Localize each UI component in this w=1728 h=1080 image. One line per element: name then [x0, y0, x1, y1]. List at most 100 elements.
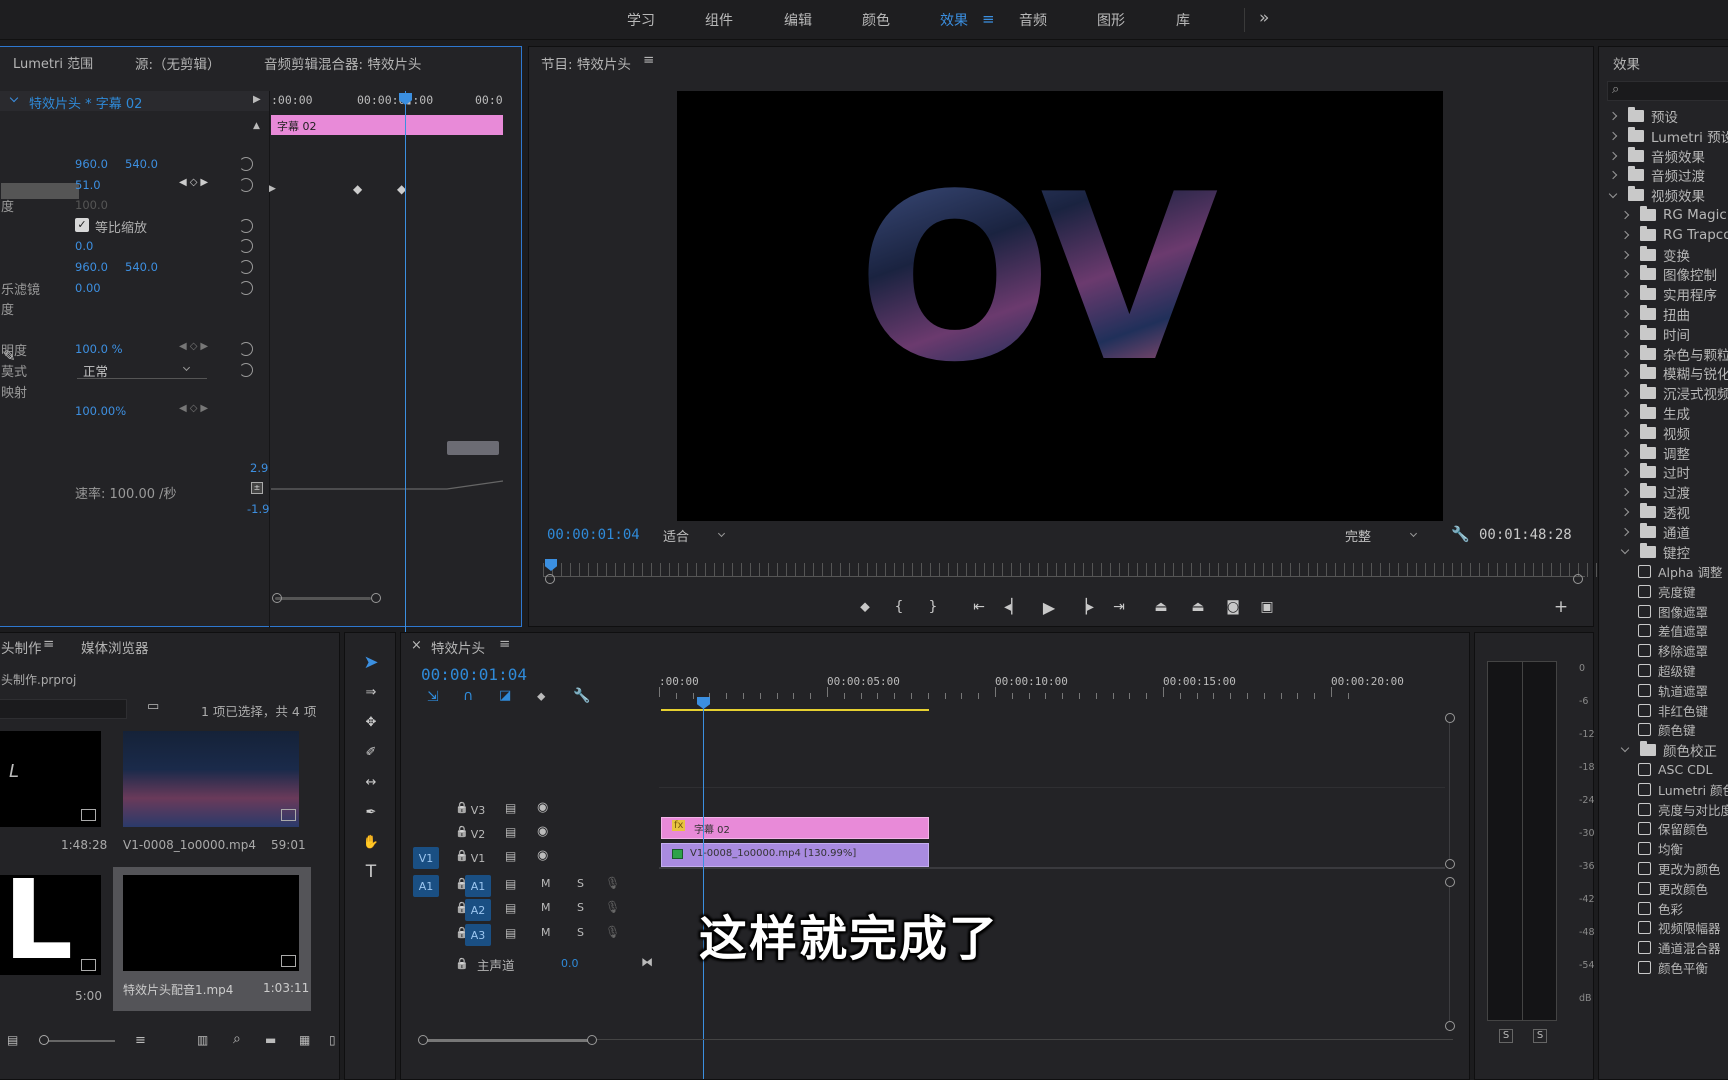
effects-tree-item[interactable]: 扭曲: [1620, 304, 1690, 324]
thumbnail[interactable]: L: [0, 731, 101, 827]
scrollbar-track[interactable]: [1449, 887, 1450, 1021]
more-workspaces-icon[interactable]: »: [1259, 8, 1269, 28]
workspace-tab-assembly[interactable]: 组件: [705, 10, 733, 30]
track-target-a1[interactable]: A1: [465, 875, 491, 897]
tab-lumetri-scopes[interactable]: Lumetri 范围: [13, 53, 93, 72]
clip-handle[interactable]: [447, 441, 499, 455]
reset-icon[interactable]: [239, 157, 253, 171]
effects-tree-item[interactable]: 保留颜色: [1634, 819, 1708, 839]
step-forward-icon[interactable]: ▕▸: [1075, 597, 1095, 617]
playhead-timecode[interactable]: 00:00:01:04: [547, 527, 640, 543]
quality-select[interactable]: 完整: [1345, 525, 1437, 545]
property-value[interactable]: 960.0: [75, 157, 108, 171]
thumbnail-video[interactable]: [123, 731, 299, 827]
chevron-right-icon[interactable]: [1608, 151, 1618, 160]
chevron-right-icon[interactable]: [1608, 131, 1618, 141]
microphone-icon[interactable]: 🎙: [605, 876, 620, 890]
tab-audio-clip-mixer[interactable]: 音频剪辑混合器: 特效片头: [264, 53, 421, 73]
effects-tree-item[interactable]: 键控: [1620, 542, 1690, 562]
project-search-input[interactable]: [0, 699, 127, 719]
effects-tree-item[interactable]: 变换: [1620, 245, 1690, 265]
mute-button[interactable]: M: [541, 901, 551, 914]
sync-lock-icon[interactable]: ▤: [505, 849, 516, 863]
effects-tree-item[interactable]: 超级键: [1634, 660, 1696, 680]
lift-icon[interactable]: ⏏: [1151, 597, 1171, 617]
workspace-tab-effects[interactable]: 效果: [940, 10, 968, 30]
effects-tree-item[interactable]: 音频效果: [1608, 146, 1705, 166]
chevron-down-icon[interactable]: [1620, 545, 1630, 555]
scroll-handle[interactable]: [1445, 713, 1455, 723]
hand-tool-icon[interactable]: ✋: [356, 830, 386, 854]
play-icon[interactable]: ▶: [253, 94, 261, 105]
property-value[interactable]: 0.00: [75, 281, 101, 295]
property-value[interactable]: 100.00%: [75, 404, 126, 418]
effects-tree-item[interactable]: 更改颜色: [1634, 878, 1708, 898]
speed-graph[interactable]: [271, 467, 503, 507]
scroll-handle-left[interactable]: [545, 574, 555, 584]
step-back-icon[interactable]: ◂▏: [1003, 597, 1023, 617]
chevron-down-icon[interactable]: [1608, 189, 1618, 198]
reset-icon[interactable]: [239, 239, 253, 254]
chevron-down-icon[interactable]: [9, 93, 19, 103]
effects-tree-item[interactable]: 视频限幅器: [1634, 918, 1721, 938]
blend-mode-select[interactable]: 正常: [77, 361, 207, 379]
slip-tool-icon[interactable]: ↔: [356, 770, 386, 794]
snap-icon[interactable]: ∩: [463, 688, 473, 704]
panel-menu-icon[interactable]: ≡: [643, 52, 654, 68]
effects-tree-item[interactable]: Alpha 调整: [1634, 561, 1723, 581]
effects-tree-item[interactable]: 视频效果: [1608, 185, 1705, 205]
effects-tree-item[interactable]: 轨道遮罩: [1634, 680, 1708, 700]
keyframe-nav-icon[interactable]: ▶: [269, 184, 276, 194]
find-icon[interactable]: ⌕: [233, 1031, 241, 1047]
zoom-slider-handle[interactable]: [39, 1035, 49, 1045]
solo-right-button[interactable]: S: [1533, 1029, 1547, 1043]
timeline-timecode[interactable]: 00:00:01:04: [421, 665, 527, 684]
effects-tree-item[interactable]: 非红色键: [1634, 700, 1708, 720]
thumbnail[interactable]: L: [0, 875, 101, 975]
track-target-a2[interactable]: A2: [465, 899, 491, 921]
reset-icon[interactable]: [239, 260, 253, 274]
effects-tree-item[interactable]: 模糊与锐化: [1620, 363, 1728, 383]
video-clip[interactable]: V1-0008_1o0000.mp4 [130.99%]: [661, 843, 929, 867]
new-bin-icon[interactable]: ▬: [265, 1033, 276, 1047]
title-clip[interactable]: fx 字幕 02: [661, 817, 929, 839]
reset-icon[interactable]: [239, 280, 253, 295]
workspace-menu-icon[interactable]: ≡: [982, 10, 995, 28]
sync-lock-icon[interactable]: ▤: [505, 901, 516, 915]
effects-tree-item[interactable]: 颜色校正: [1620, 740, 1717, 760]
selected-item[interactable]: 特效片头配音1.mp4 1:03:11: [113, 867, 311, 1011]
effects-tree-item[interactable]: 沉浸式视频: [1620, 383, 1728, 403]
playhead-line[interactable]: [405, 91, 406, 634]
property-value[interactable]: 540.0: [125, 157, 158, 171]
chevron-right-icon[interactable]: [1620, 448, 1630, 457]
scroll-handle[interactable]: [1445, 859, 1455, 869]
property-value[interactable]: 960.0: [75, 260, 108, 274]
chevron-right-icon[interactable]: [1608, 111, 1618, 121]
tab-media-browser[interactable]: 媒体浏览器: [81, 637, 149, 657]
effects-tree-item[interactable]: 亮度与对比度: [1634, 799, 1728, 819]
settings-wrench-icon[interactable]: 🔧: [573, 688, 590, 704]
chevron-right-icon[interactable]: [1620, 388, 1630, 398]
chevron-right-icon[interactable]: [1620, 309, 1630, 319]
source-patch-v1[interactable]: V1: [413, 847, 439, 869]
effects-tree-item[interactable]: 移除遮罩: [1634, 641, 1708, 661]
video-preview[interactable]: OV: [677, 91, 1443, 521]
mute-button[interactable]: M: [541, 877, 551, 890]
effects-tree-item[interactable]: 颜色键: [1634, 720, 1696, 740]
workspace-tab-learn[interactable]: 学习: [627, 10, 655, 30]
sync-lock-icon[interactable]: ▤: [505, 801, 516, 815]
effects-tree-item[interactable]: 杂色与颗粒: [1620, 344, 1728, 364]
eye-icon[interactable]: ◉: [537, 824, 548, 839]
razor-icon[interactable]: ✐: [356, 740, 386, 764]
keyframe-nav-icon[interactable]: ◀◇▶: [179, 177, 211, 188]
effects-tree-item[interactable]: 亮度键: [1634, 581, 1696, 601]
chevron-right-icon[interactable]: [1608, 171, 1618, 180]
mark-in-icon[interactable]: {: [889, 597, 909, 617]
scroll-handle[interactable]: [1445, 1021, 1455, 1031]
list-view-icon[interactable]: ▤: [7, 1033, 18, 1047]
solo-button[interactable]: S: [577, 926, 584, 939]
eye-icon[interactable]: ◉: [537, 800, 548, 815]
chevron-right-icon[interactable]: [1620, 230, 1630, 240]
automate-icon[interactable]: ▥: [197, 1033, 208, 1047]
property-value[interactable]: 100.0: [75, 198, 108, 212]
